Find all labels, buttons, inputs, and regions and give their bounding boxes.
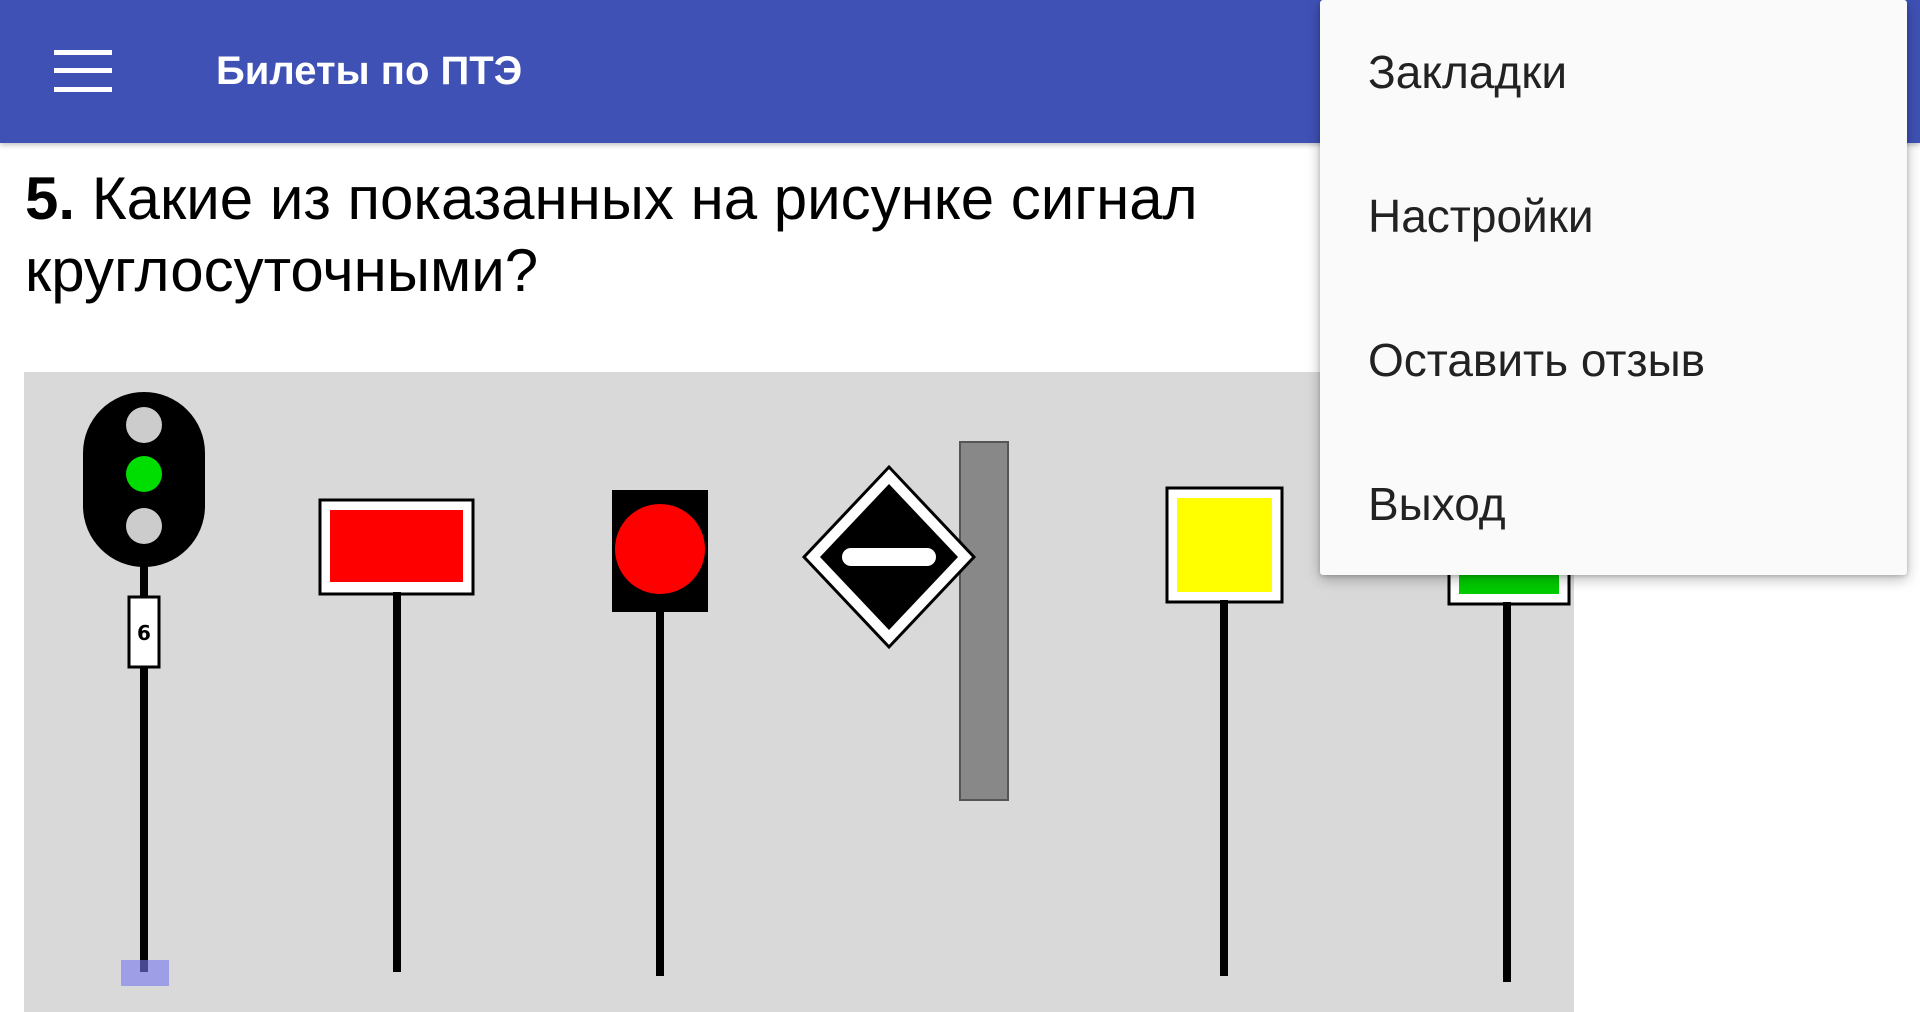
question-line-2: круглосуточными? (25, 237, 539, 304)
hamburger-menu-button[interactable] (40, 36, 126, 106)
plate-number: 6 (137, 621, 151, 645)
app-title: Билеты по ПТЭ (216, 49, 523, 93)
signal-diamond (801, 441, 1009, 801)
hamburger-menu-icon (54, 50, 112, 92)
lamp-bottom (126, 508, 162, 544)
menu-item-feedback[interactable]: Оставить отзыв (1320, 288, 1907, 432)
signal-red-rect (318, 498, 475, 972)
menu-item-settings[interactable]: Настройки (1320, 144, 1907, 288)
lamp-green (126, 456, 162, 492)
overflow-menu: Закладки Настройки Оставить отзыв Выход (1320, 0, 1907, 575)
signal-yellow-square (1165, 486, 1284, 976)
menu-item-exit[interactable]: Выход (1320, 432, 1907, 576)
question-line-1: Какие из показанных на рисунке сигнал (75, 165, 1198, 232)
menu-item-bookmarks[interactable]: Закладки (1320, 0, 1907, 144)
signal-red-disc (612, 490, 708, 976)
lamp-top (126, 407, 162, 443)
signal-traffic-light: 6 (83, 392, 205, 986)
question-number: 5. (25, 165, 76, 232)
